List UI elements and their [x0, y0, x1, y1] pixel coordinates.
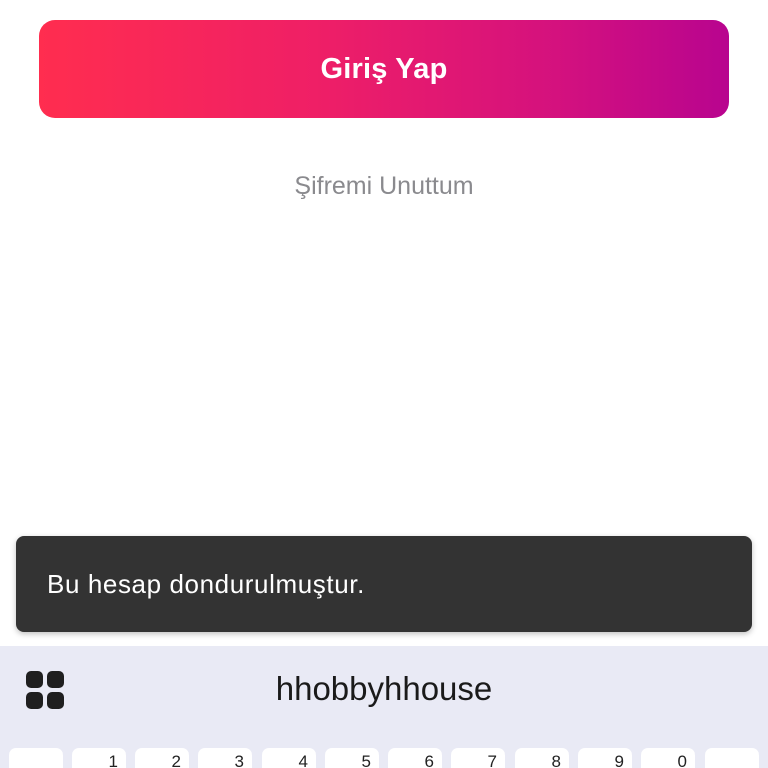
- key-hint: 1: [108, 752, 118, 768]
- keyboard-top-row: 1 2 3 4 5 6 7 8 9 0: [0, 748, 768, 768]
- keyboard-key-o[interactable]: 9: [578, 748, 632, 768]
- key-hint: 9: [614, 752, 624, 768]
- keyboard-key-t[interactable]: 5: [325, 748, 379, 768]
- key-hint: 2: [171, 752, 181, 768]
- key-hint: 3: [234, 752, 244, 768]
- key-hint: 4: [298, 752, 308, 768]
- toast-message: Bu hesap dondurulmuştur.: [47, 568, 365, 599]
- keyboard-key-p[interactable]: 0: [641, 748, 695, 768]
- key-hint: 0: [677, 752, 687, 768]
- key-hint: 8: [551, 752, 561, 768]
- key-hint: 7: [487, 752, 497, 768]
- keyboard-key-w[interactable]: 2: [135, 748, 189, 768]
- forgot-password-link[interactable]: Şifremi Unuttum: [0, 172, 768, 201]
- keyboard-key[interactable]: [705, 748, 759, 768]
- keyboard-key[interactable]: [9, 748, 63, 768]
- key-hint: 5: [361, 752, 371, 768]
- keyboard-key-e[interactable]: 3: [198, 748, 252, 768]
- login-button[interactable]: Giriş Yap: [39, 20, 729, 118]
- key-hint: 6: [424, 752, 434, 768]
- keyboard-key-u[interactable]: 7: [451, 748, 505, 768]
- suggestion-word[interactable]: hhobbyhhouse: [0, 670, 768, 708]
- keyboard-key-q[interactable]: 1: [72, 748, 126, 768]
- keyboard-key-y[interactable]: 6: [388, 748, 442, 768]
- keyboard-key-i[interactable]: 8: [515, 748, 569, 768]
- login-screen: Giriş Yap Şifremi Unuttum Bu hesap dondu…: [0, 0, 768, 768]
- keyboard: hhobbyhhouse 1 2 3 4 5 6 7 8 9 0: [0, 646, 768, 768]
- login-button-label: Giriş Yap: [320, 52, 448, 85]
- toast-snackbar: Bu hesap dondurulmuştur.: [16, 536, 752, 632]
- keyboard-key-r[interactable]: 4: [262, 748, 316, 768]
